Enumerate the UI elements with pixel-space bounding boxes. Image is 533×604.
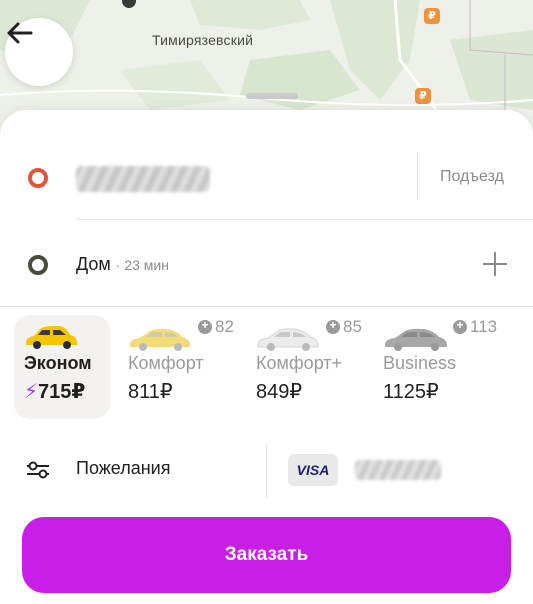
car-icon (257, 328, 319, 351)
tariff-name: Business (383, 353, 457, 373)
tariff-selector: Эконом ⚡715₽ 82 Комфорт 811₽ (0, 315, 533, 427)
divider (417, 152, 418, 200)
destination-name: Дом (76, 254, 111, 274)
car-icon (26, 326, 77, 349)
tariff-price: 811₽ (128, 381, 173, 403)
tariff-price: 849₽ (256, 381, 303, 403)
visa-card-icon[interactable]: VISA (288, 454, 338, 486)
card-number[interactable] (355, 460, 441, 480)
sheet-drag-handle[interactable] (246, 93, 298, 99)
tariff-name: Эконом (24, 353, 92, 373)
car-icon (130, 328, 190, 351)
cashback-badge: 85 (326, 317, 362, 337)
options-row: Пожелания VISA (0, 440, 533, 502)
pickup-pin-icon (28, 168, 48, 188)
preferences-button[interactable]: Пожелания (76, 458, 170, 479)
divider (266, 444, 267, 498)
pickup-address-field[interactable] (76, 166, 210, 192)
tariff-econom[interactable]: Эконом ⚡715₽ (14, 315, 110, 419)
plus-points-icon (198, 318, 212, 334)
price-pin-icon[interactable]: ₽ (424, 8, 440, 24)
price-pin-icon[interactable]: ₽ (415, 88, 431, 104)
cashback-badge: 113 (453, 317, 497, 337)
destination-time: · 23 мин (115, 257, 169, 273)
sliders-icon (27, 461, 49, 479)
destination-pin-icon (28, 255, 48, 275)
tariff-price: ⚡715₽ (24, 381, 86, 403)
tariff-business[interactable]: 113 Business 1125₽ (383, 315, 503, 419)
plus-points-icon (453, 318, 467, 334)
car-icon (385, 328, 447, 351)
add-stop-button[interactable] (481, 250, 509, 278)
tariff-comfort[interactable]: 82 Комфорт 811₽ (128, 315, 238, 419)
divider (0, 306, 533, 307)
lightning-icon: ⚡ (24, 381, 39, 403)
entrance-button[interactable]: Подъезд (440, 168, 504, 186)
tariff-name: Комфорт (128, 353, 204, 373)
order-button[interactable]: Заказать (22, 517, 511, 593)
back-button[interactable] (5, 18, 73, 86)
arrow-left-icon (7, 22, 33, 44)
destination-field[interactable]: Дом · 23 мин (76, 254, 169, 275)
cashback-badge: 82 (198, 317, 234, 337)
map-district-label: Тимирязевский (152, 32, 254, 48)
plus-points-icon (326, 318, 340, 334)
tariff-comfort-plus[interactable]: 85 Комфорт+ 849₽ (256, 315, 366, 419)
divider (76, 219, 533, 220)
tariff-name: Комфорт+ (256, 353, 343, 373)
order-sheet: Подъезд Дом · 23 мин Эконом ⚡715₽ + 82 К… (0, 110, 533, 604)
tariff-price: 1125₽ (383, 381, 439, 403)
